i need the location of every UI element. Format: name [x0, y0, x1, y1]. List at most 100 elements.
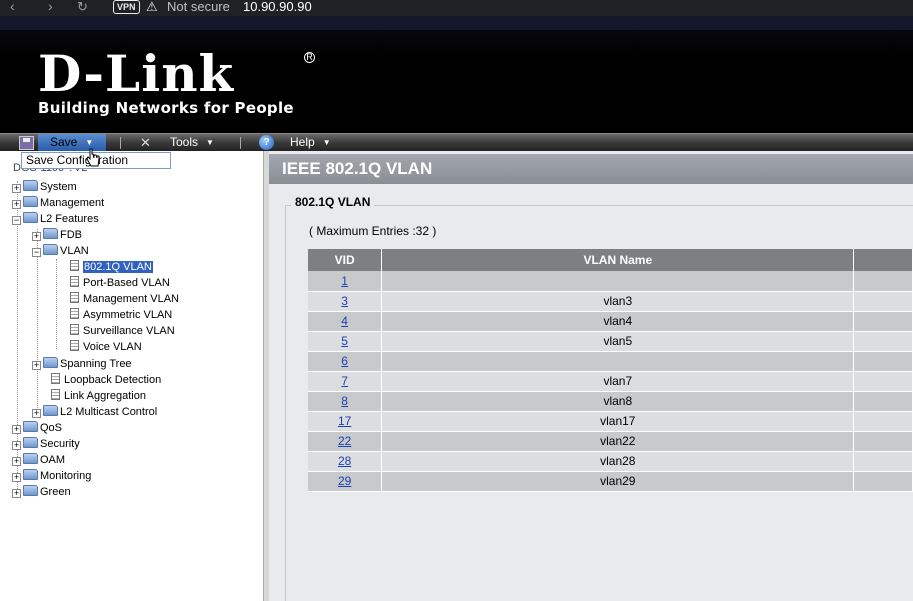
- tree-item-label: Voice VLAN: [83, 341, 142, 353]
- tree-item-asymmetric-vlan[interactable]: Asymmetric VLAN: [70, 307, 172, 323]
- page-icon: [70, 308, 79, 319]
- expand-icon[interactable]: +: [32, 232, 41, 241]
- vid-link[interactable]: 3: [341, 294, 348, 308]
- extra-cell: [853, 431, 913, 452]
- tree-item-oam[interactable]: + OAM: [12, 452, 65, 468]
- app-header: D-Link R Building Networks for People: [0, 16, 913, 133]
- expand-icon[interactable]: +: [12, 184, 21, 193]
- tools-menu-button[interactable]: Tools ▼: [170, 134, 214, 151]
- extra-cell: [853, 331, 913, 352]
- tools-menu-label: Tools: [170, 135, 199, 149]
- table-row: 5 vlan5: [308, 331, 913, 352]
- vid-link[interactable]: 28: [338, 454, 351, 468]
- folder-icon: [23, 469, 38, 480]
- tree-item-voice-vlan[interactable]: Voice VLAN: [70, 339, 142, 355]
- security-status[interactable]: Not secure: [167, 0, 230, 14]
- tree-item-l2-multicast-control[interactable]: + L2 Multicast Control: [32, 404, 157, 420]
- page-icon: [70, 260, 79, 271]
- dlink-logo: D-Link R Building Networks for People: [38, 49, 315, 117]
- expand-icon[interactable]: +: [32, 361, 41, 370]
- vid-cell: 7: [308, 371, 383, 392]
- tree-item-label: OAM: [40, 454, 66, 466]
- tree-connector: [56, 259, 57, 349]
- table-row: 29 vlan29: [308, 471, 913, 492]
- vlan-name-cell: vlan22: [381, 431, 855, 452]
- folder-icon: [23, 453, 38, 464]
- vid-link[interactable]: 1: [341, 274, 348, 288]
- address-bar[interactable]: 10.90.90.90: [243, 0, 312, 14]
- vlan-name-cell: vlan7: [381, 371, 855, 392]
- vlan-name-cell: vlan4: [381, 311, 855, 332]
- column-header-vid[interactable]: VID: [308, 249, 383, 271]
- tree-item-vlan[interactable]: − VLAN: [32, 243, 89, 259]
- back-icon[interactable]: ‹: [10, 0, 15, 14]
- navigation-tree: DGS-1100-?V2 +System +Management −L2 Fea…: [0, 151, 265, 601]
- vpn-badge[interactable]: VPN: [113, 0, 140, 14]
- tree-item-loopback-detection[interactable]: Loopback Detection: [51, 372, 161, 388]
- vlan-name-cell: vlan29: [381, 471, 855, 492]
- collapse-icon[interactable]: −: [32, 248, 41, 257]
- table-row: 1: [308, 271, 913, 292]
- expand-icon[interactable]: +: [12, 489, 21, 498]
- tree-item-label: Management VLAN: [83, 293, 179, 305]
- tree-item-fdb[interactable]: + FDB: [32, 227, 82, 243]
- column-header-vlan-name[interactable]: VLAN Name: [381, 249, 855, 271]
- table-row: 7 vlan7: [308, 371, 913, 392]
- tree-item-spanning-tree[interactable]: + Spanning Tree: [32, 356, 132, 372]
- tree-item-management[interactable]: + Management: [12, 195, 104, 211]
- folder-icon: [23, 180, 38, 191]
- header-strip: [0, 16, 913, 30]
- tree-item-label: L2 Multicast Control: [60, 406, 158, 418]
- tree-item-l2-features[interactable]: − L2 Features: [12, 211, 99, 227]
- forward-icon[interactable]: ›: [48, 0, 53, 14]
- expand-icon[interactable]: +: [12, 473, 21, 482]
- vid-link[interactable]: 29: [338, 474, 351, 488]
- tree-item-green[interactable]: + Green: [12, 484, 71, 500]
- menu-separator: [240, 137, 241, 149]
- help-menu-button[interactable]: Help ▼: [290, 134, 331, 151]
- tree-item-monitoring[interactable]: + Monitoring: [12, 468, 91, 484]
- reload-icon[interactable]: ↻: [77, 0, 88, 15]
- tree-item-surveillance-vlan[interactable]: Surveillance VLAN: [70, 323, 175, 339]
- table-row: 4 vlan4: [308, 311, 913, 332]
- vid-link[interactable]: 4: [341, 314, 348, 328]
- vid-cell: 4: [308, 311, 383, 332]
- table-row: 28 vlan28: [308, 451, 913, 472]
- tree-item-link-aggregation[interactable]: Link Aggregation: [51, 388, 146, 404]
- extra-cell: [853, 271, 913, 292]
- hand-cursor-icon: [86, 148, 100, 167]
- tree-item-management-vlan[interactable]: Management VLAN: [70, 291, 179, 307]
- expand-icon[interactable]: +: [32, 409, 41, 418]
- tree-item-label: L2 Features: [40, 213, 99, 225]
- expand-icon[interactable]: +: [12, 441, 21, 450]
- tree-item-port-based-vlan[interactable]: Port-Based VLAN: [70, 275, 170, 291]
- registered-mark-icon: R: [304, 52, 315, 63]
- folder-open-icon: [23, 212, 38, 223]
- expand-icon[interactable]: +: [12, 425, 21, 434]
- tree-item-label: Spanning Tree: [60, 358, 132, 370]
- collapse-icon[interactable]: −: [12, 216, 21, 225]
- extra-cell: [853, 311, 913, 332]
- tree-item-system[interactable]: + System: [12, 179, 77, 195]
- folder-icon: [23, 421, 38, 432]
- vid-link[interactable]: 7: [341, 374, 348, 388]
- help-icon[interactable]: ?: [259, 135, 274, 150]
- vid-link[interactable]: 5: [341, 334, 348, 348]
- vid-link[interactable]: 17: [338, 414, 351, 428]
- vid-cell: 8: [308, 391, 383, 412]
- expand-icon[interactable]: +: [12, 200, 21, 209]
- save-disk-icon[interactable]: [19, 136, 34, 150]
- tree-item-label: FDB: [60, 229, 82, 241]
- vid-link[interactable]: 6: [341, 354, 348, 368]
- extra-cell: [853, 291, 913, 312]
- folder-open-icon: [43, 244, 58, 255]
- expand-icon[interactable]: +: [12, 457, 21, 466]
- tree-item-security[interactable]: + Security: [12, 436, 80, 452]
- tree-item-label: Monitoring: [40, 470, 92, 482]
- tree-item-qos[interactable]: + QoS: [12, 420, 62, 436]
- vid-cell: 6: [308, 351, 383, 372]
- vid-link[interactable]: 22: [338, 434, 351, 448]
- vid-link[interactable]: 8: [341, 394, 348, 408]
- tools-icon[interactable]: ✕: [140, 135, 151, 151]
- tree-item-802-1q-vlan[interactable]: 802.1Q VLAN: [70, 259, 153, 275]
